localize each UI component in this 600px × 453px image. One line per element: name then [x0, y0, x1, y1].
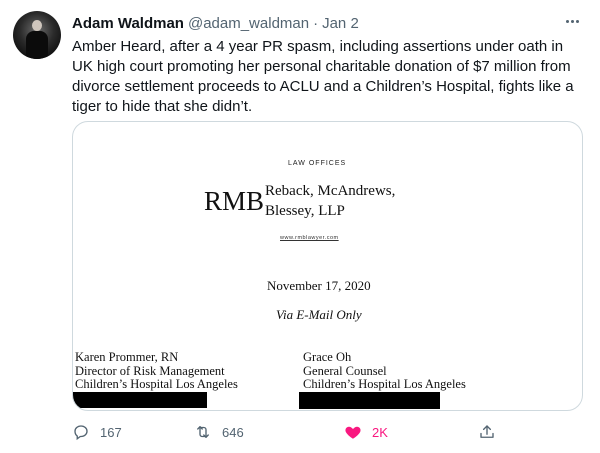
like-button[interactable]: 2K — [344, 421, 388, 443]
heart-icon — [345, 426, 361, 439]
more-icon[interactable] — [561, 12, 583, 30]
recipient-org: Children’s Hospital Los Angeles — [303, 377, 466, 391]
share-button[interactable] — [478, 421, 496, 443]
separator-dot: · — [313, 14, 319, 32]
tweet-date[interactable]: Jan 2 — [322, 15, 359, 32]
share-icon — [480, 425, 494, 438]
display-name[interactable]: Adam Waldman — [72, 15, 184, 32]
doc-firm-line2: Blessey, LLP — [265, 203, 345, 219]
reply-count: 167 — [100, 424, 122, 440]
doc-date: November 17, 2020 — [267, 278, 371, 293]
tweet-image[interactable]: LAW OFFICES RMB Reback, McAndrews, Bless… — [72, 121, 583, 411]
redaction-bar — [299, 392, 440, 409]
retweet-count: 646 — [222, 424, 244, 440]
retweet-button[interactable]: 646 — [194, 421, 244, 443]
reply-icon — [74, 425, 88, 441]
doc-firm-name: Reback, McAndrews, Blessey, LLP — [265, 181, 395, 221]
recipient-name: Grace Oh — [303, 350, 352, 364]
doc-firm-line1: Reback, McAndrews, — [265, 183, 396, 199]
reply-button[interactable]: 167 — [72, 421, 122, 443]
recipient-org: Children’s Hospital Los Angeles — [75, 377, 238, 391]
avatar[interactable] — [13, 11, 61, 59]
doc-law-offices: LAW OFFICES — [288, 160, 347, 167]
avatar-figure-body — [26, 31, 48, 59]
doc-via: Via E-Mail Only — [276, 307, 362, 322]
retweet-icon — [197, 426, 209, 438]
doc-logo: RMB — [204, 186, 265, 216]
doc-url: www.rmblawyer.com — [280, 235, 339, 241]
avatar-figure-head — [32, 20, 42, 31]
user-handle[interactable]: @adam_waldman — [188, 15, 309, 32]
recipient-title: General Counsel — [303, 363, 387, 378]
recipient-title: Director of Risk Management — [75, 363, 225, 378]
tweet-text: Amber Heard, after a 4 year PR spasm, in… — [72, 38, 574, 115]
doc-recipient-right: Grace Oh General Counsel Children’s Hosp… — [303, 350, 466, 392]
recipient-name: Karen Prommer, RN — [75, 350, 179, 364]
tweet-header: Adam Waldman @adam_waldman · Jan 2 — [72, 13, 359, 33]
doc-recipient-left: Karen Prommer, RN Director of Risk Manag… — [75, 350, 238, 392]
like-count: 2K — [372, 424, 388, 440]
tweet-actions: 167 646 2K — [72, 421, 512, 443]
tweet[interactable]: Adam Waldman @adam_waldman · Jan 2 Amber… — [0, 0, 600, 453]
redaction-bar — [73, 392, 207, 408]
